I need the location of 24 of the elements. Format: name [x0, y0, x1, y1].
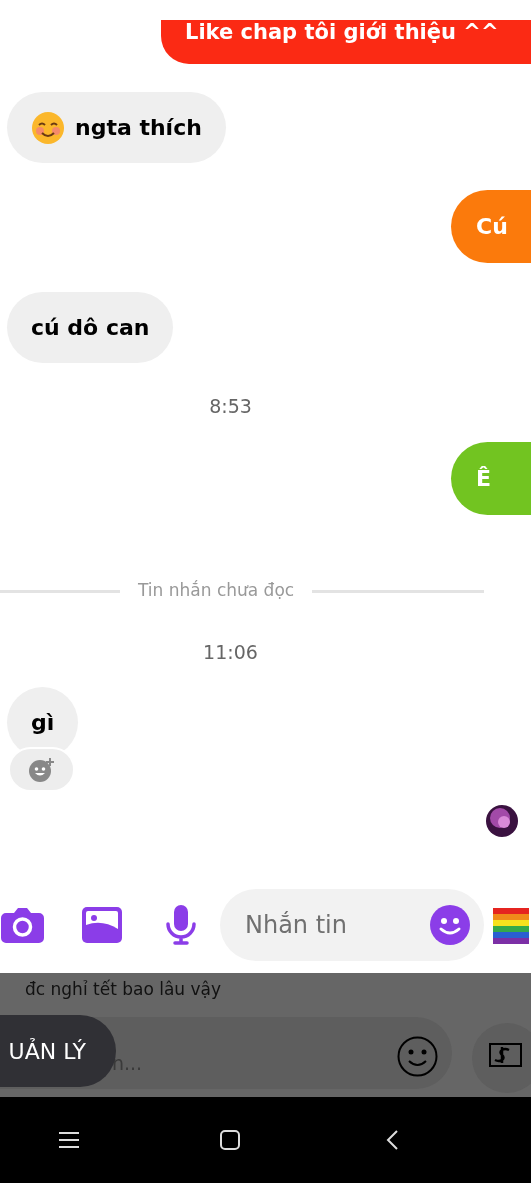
message-bubble: Cú [451, 190, 531, 263]
manage-button[interactable]: UẢN LÝ [0, 1015, 116, 1087]
smiley-icon[interactable] [397, 1036, 438, 1077]
menu-icon[interactable] [59, 1132, 79, 1148]
message-bubble: ngta thích [7, 92, 226, 163]
money-icon[interactable] [489, 1043, 522, 1067]
emoji-icon[interactable] [430, 905, 470, 945]
timestamp: 11:06 [203, 642, 258, 662]
message-bubble: Like chap tôi giới thiệu ^^ [161, 20, 531, 64]
seen-avatar-icon [486, 805, 518, 837]
add-emoji-icon [28, 756, 55, 783]
timestamp: 8:53 [209, 396, 252, 416]
message-field[interactable]: Nhắn tin [220, 889, 484, 961]
image-icon[interactable] [82, 907, 122, 943]
message-input[interactable]: Nhắn tin [245, 907, 430, 943]
message-bubble: Ê [451, 442, 531, 515]
message-bubble: cú dô can [7, 292, 174, 363]
message-preview: đc nghỉ tết bao lâu vậy [25, 979, 222, 999]
microphone-icon[interactable] [165, 905, 197, 945]
home-icon[interactable] [220, 1130, 240, 1150]
back-icon[interactable] [386, 1130, 398, 1150]
rainbow-flag-icon[interactable] [493, 906, 529, 944]
camera-icon[interactable] [1, 907, 44, 943]
unread-divider-label: Tin nhắn chưa đọc [138, 579, 295, 603]
